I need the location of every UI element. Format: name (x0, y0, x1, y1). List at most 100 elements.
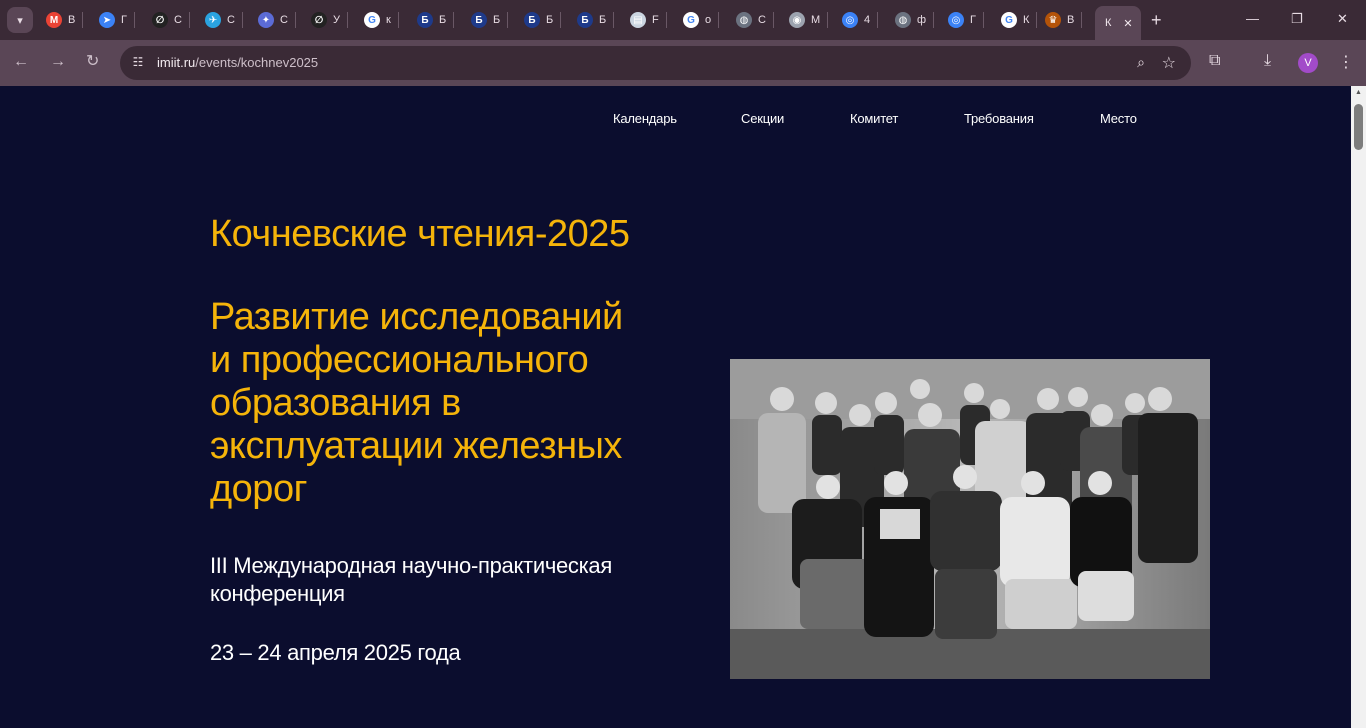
active-tab[interactable]: К ✕ (1095, 6, 1141, 40)
browser-toolbar: ← → ↻ ☷ imiit.ru/events/kochnev2025 ⌕ ☆ … (0, 40, 1366, 86)
browser-tab[interactable]: ◍ С (736, 8, 774, 32)
browser-tab-bar: ▾ M В ➤ Г ∅ С ✈ С ✦ С ∅ У Gк Б Б Б Б Б Б Б Б ▤ F Gо ◍ С ◉ М ◎ 4 ◍ ф ◎ Г G К… (0, 0, 1366, 40)
close-tab-icon[interactable]: ✕ (1123, 17, 1132, 30)
browser-tab[interactable]: ◎ Г (948, 8, 984, 32)
tab-divider (294, 12, 296, 28)
subtitle-line: эксплуатации железных (210, 425, 622, 467)
browser-tab-label: Б (493, 14, 501, 26)
back-button[interactable]: ← (13, 53, 29, 71)
browser-tab-label: В (1067, 14, 1075, 26)
browser-tab[interactable]: ✦ С (258, 8, 296, 32)
address-bar[interactable]: ☷ imiit.ru/events/kochnev2025 ⌕ ☆ (120, 46, 1191, 80)
conference-type: III Международная научно-практическая ко… (210, 553, 612, 606)
site-settings-icon[interactable]: ☷ (130, 55, 146, 71)
browser-tab-label: С (758, 14, 766, 26)
b-letter-icon: Б (471, 12, 487, 28)
browser-tab[interactable]: ◍ ф (895, 8, 935, 32)
tab-divider (397, 12, 399, 28)
browser-tab-label: Г (121, 14, 127, 26)
browser-tab[interactable]: ∅ С (152, 8, 190, 32)
b-letter-icon: Б (417, 12, 433, 28)
page-scrollbar[interactable]: ▲ (1351, 86, 1366, 728)
zoom-icon[interactable]: ⌕ (1137, 54, 1145, 71)
browser-tab-label: У (333, 14, 340, 26)
scrollbar-thumb[interactable] (1354, 104, 1363, 150)
browser-tab[interactable]: GК (1001, 8, 1038, 32)
tab-search-button[interactable]: ▾ (7, 7, 33, 33)
url-path: /events/kochnev2025 (195, 55, 319, 70)
browser-tab-label: о (705, 14, 712, 26)
scroll-up-arrow-icon[interactable]: ▲ (1355, 89, 1362, 96)
group-photo-image (730, 359, 1210, 679)
subtitle-line: и профессионального (210, 339, 589, 381)
google-icon: G (364, 12, 380, 28)
browser-tab[interactable]: Gо (683, 8, 720, 32)
tab-divider (453, 12, 455, 28)
book-icon: ▤ (630, 12, 646, 28)
menu-kebab-icon[interactable]: ⋮ (1338, 52, 1354, 72)
browser-tab-label: ф (917, 14, 927, 26)
b-letter-icon: Б (524, 12, 540, 28)
nav-calendar-link[interactable]: Календарь (613, 111, 677, 126)
web-page: Календарь Секции Комитет Требования Мест… (0, 86, 1351, 728)
subtitle-line: образования в (210, 382, 461, 424)
browser-tab-label: F (652, 14, 659, 26)
bookmark-star-icon[interactable]: ☆ (1162, 53, 1176, 73)
circle-logo-icon: ◎ (842, 12, 858, 28)
google-icon: G (1001, 12, 1017, 28)
browser-tab[interactable]: MВ (46, 8, 84, 32)
tab-divider (188, 12, 190, 28)
browser-tab[interactable]: ▤ F (630, 8, 667, 32)
browser-tab-label: Б (546, 14, 554, 26)
tab-divider (933, 12, 935, 28)
arrow-app-icon: ➤ (99, 12, 115, 28)
browser-tab[interactable]: ББ (417, 8, 455, 32)
close-window-button[interactable]: ✕ (1337, 11, 1348, 27)
browser-tab[interactable]: ∅ У (311, 8, 348, 32)
tab-divider (982, 12, 984, 28)
browser-tab-label: В (68, 14, 76, 26)
url-text[interactable]: imiit.ru/events/kochnev2025 (157, 55, 318, 70)
active-tab-label: К (1105, 17, 1112, 29)
extensions-icon[interactable]: ⧉ (1209, 52, 1220, 70)
star-app-icon: ✦ (258, 12, 274, 28)
minimize-button[interactable]: — (1246, 11, 1259, 26)
browser-tab[interactable]: ➤ Г (99, 8, 135, 32)
browser-tab[interactable]: ◎ 4 (842, 8, 879, 32)
nav-venue-link[interactable]: Место (1100, 111, 1137, 126)
subtitle-line: дорог (210, 468, 307, 510)
tab-divider (827, 12, 829, 28)
forward-button[interactable]: → (50, 53, 66, 71)
browser-tab-label: Б (599, 14, 607, 26)
browser-tab-label: к (386, 14, 391, 26)
university-icon: ◉ (789, 12, 805, 28)
tab-divider (718, 12, 720, 28)
download-icon[interactable]: ⤓ (1264, 52, 1271, 70)
nav-committee-link[interactable]: Комитет (850, 111, 898, 126)
browser-tab[interactable]: ББ (577, 8, 615, 32)
tab-divider (613, 12, 615, 28)
tab-divider (1081, 12, 1083, 28)
nav-requirements-link[interactable]: Требования (964, 111, 1034, 126)
tab-divider (82, 12, 84, 28)
group-photo (730, 359, 1210, 679)
google-icon: G (683, 12, 699, 28)
new-tab-button[interactable]: + (1151, 10, 1162, 30)
browser-tab[interactable]: ◉ М (789, 8, 829, 32)
browser-tab[interactable]: Gк (364, 8, 399, 32)
browser-tab-label: С (280, 14, 288, 26)
profile-avatar[interactable]: V (1298, 53, 1318, 73)
globe-icon: ◍ (895, 12, 911, 28)
browser-tab-label: Г (970, 14, 976, 26)
browser-tab-label: С (174, 14, 182, 26)
gmail-icon: M (46, 12, 62, 28)
circle-logo-icon: ◎ (948, 12, 964, 28)
nav-sections-link[interactable]: Секции (741, 111, 784, 126)
reload-button[interactable]: ↻ (86, 53, 99, 71)
browser-tab[interactable]: ББ (524, 8, 562, 32)
browser-tab-label: М (811, 14, 821, 26)
browser-tab[interactable]: ✈ С (205, 8, 243, 32)
browser-tab[interactable]: ББ (471, 8, 509, 32)
browser-tab[interactable]: ♛ В (1045, 8, 1083, 32)
restore-button[interactable]: ❐ (1291, 11, 1303, 27)
